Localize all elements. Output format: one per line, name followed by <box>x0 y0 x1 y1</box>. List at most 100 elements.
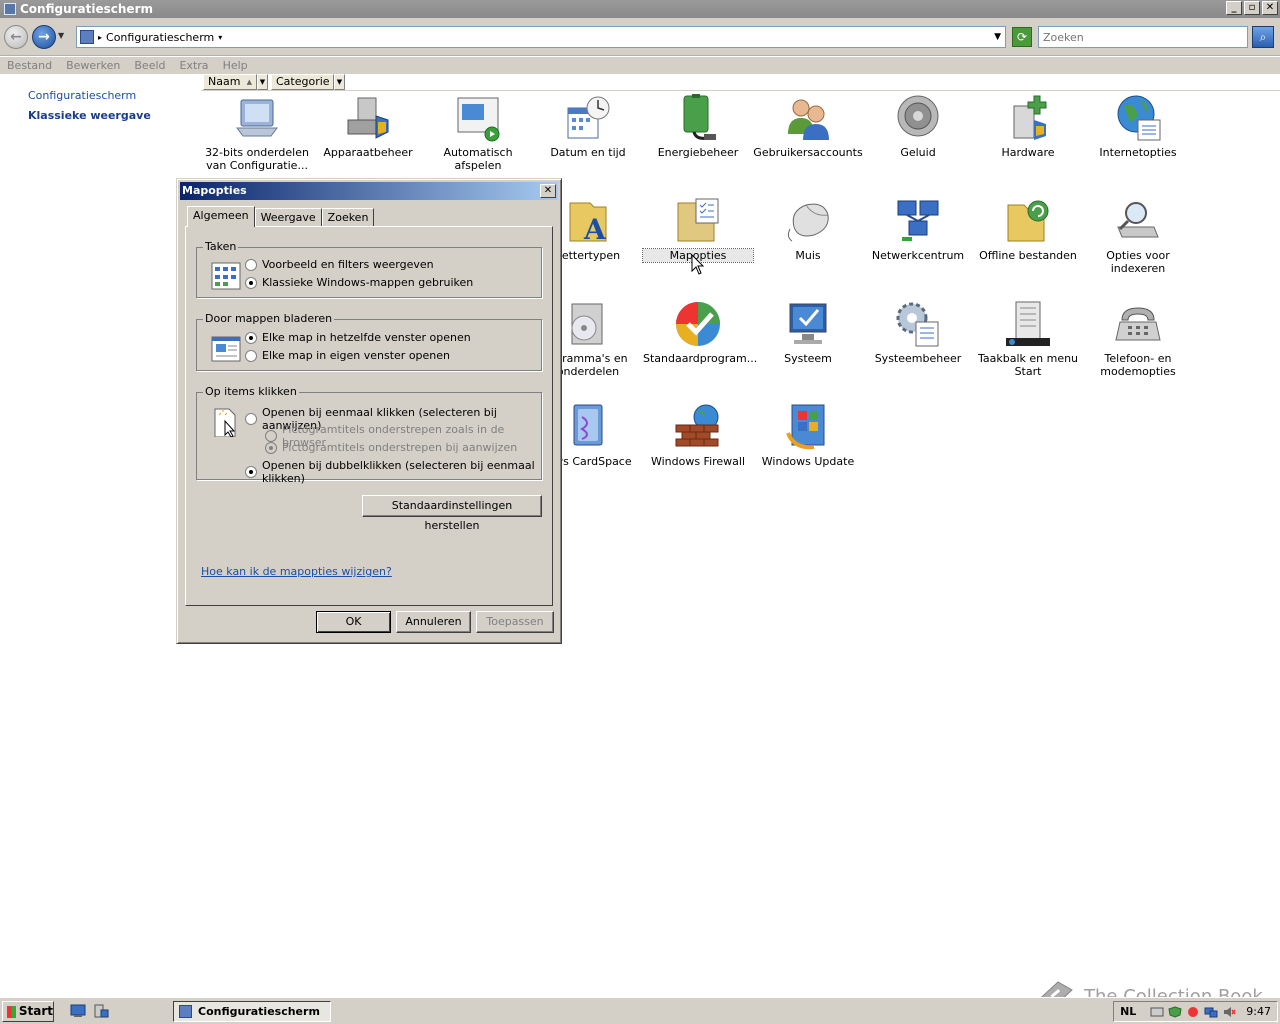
windows-logo-icon <box>7 1005 16 1018</box>
column-name-filter-icon[interactable]: ▼ <box>257 74 268 90</box>
item-hardware[interactable]: Hardware <box>973 94 1083 159</box>
item-power-options[interactable]: Energiebeheer <box>643 94 753 159</box>
taskbar: Start Configuratiescherm NL 9:47 <box>0 997 1280 1024</box>
breadcrumb-arrow-icon[interactable]: ▸ <box>98 33 102 42</box>
maximize-button[interactable]: ▫ <box>1244 1 1260 15</box>
breadcrumb[interactable]: Configuratiescherm <box>106 31 214 44</box>
link-classic-view[interactable]: Klassieke weergave <box>28 109 151 122</box>
search-button[interactable]: ⌕ <box>1252 26 1274 48</box>
link-control-panel-home[interactable]: Configuratiescherm <box>28 89 136 102</box>
option-own-window[interactable]: Elke map in eigen venster openen <box>245 349 450 362</box>
search-input[interactable] <box>1038 26 1248 48</box>
item-windows-update[interactable]: Windows Update <box>753 403 863 468</box>
menu-tools[interactable]: Extra <box>180 59 209 72</box>
menu-view[interactable]: Beeld <box>134 59 165 72</box>
item-taskbar-start-menu[interactable]: Taakbalk en menu Start <box>973 300 1083 378</box>
ok-button[interactable]: OK <box>316 611 391 633</box>
column-name[interactable]: Naam ▲ <box>203 74 257 90</box>
forward-button[interactable]: → <box>32 25 56 49</box>
minimize-button[interactable]: _ <box>1226 1 1242 15</box>
item-folder-options[interactable]: Mapopties <box>642 197 754 263</box>
show-desktop-icon[interactable] <box>70 1004 86 1018</box>
option-classic-folders[interactable]: Klassieke Windows-mappen gebruiken <box>245 276 473 289</box>
item-offline-files[interactable]: Offline bestanden <box>973 197 1083 262</box>
column-header: Naam ▲ ▼ Categorie ▼ <box>201 74 1280 91</box>
group-tasks-label: Taken <box>203 240 239 253</box>
radio-underline-hover <box>265 441 277 454</box>
item-internet-options[interactable]: Internetopties <box>1083 94 1193 159</box>
dialog-close-button[interactable]: ✕ <box>540 184 556 198</box>
option-underline-hover-label: Pictogramtitels onderstrepen bij aanwijz… <box>282 441 518 454</box>
tab-view[interactable]: Weergave <box>254 208 322 227</box>
keyboard-icon[interactable] <box>1150 1006 1164 1018</box>
start-button[interactable]: Start <box>2 1001 54 1022</box>
sort-ascending-icon: ▲ <box>246 78 252 86</box>
svg-text:A: A <box>583 213 607 245</box>
option-same-window[interactable]: Elke map in hetzelfde venster openen <box>245 331 471 344</box>
help-link[interactable]: Hoe kan ik de mapopties wijzigen? <box>201 565 392 578</box>
group-browse-label: Door mappen bladeren <box>203 312 335 325</box>
default-programs-icon <box>674 300 722 348</box>
start-label: Start <box>18 1004 53 1018</box>
item-device-manager[interactable]: Apparaatbeheer <box>313 94 423 159</box>
address-field[interactable]: ▸ Configuratiescherm ▾ ▼ <box>76 26 1006 48</box>
users-icon <box>784 94 832 142</box>
folder-options-dialog: Mapopties ✕ Algemeen Weergave Zoeken Tak… <box>176 178 562 644</box>
cancel-button[interactable]: Annuleren <box>396 611 471 633</box>
item-system[interactable]: Systeem <box>753 300 863 365</box>
column-category[interactable]: Categorie <box>271 74 334 90</box>
tab-search[interactable]: Zoeken <box>321 208 375 227</box>
network-tray-icon[interactable] <box>1204 1006 1218 1018</box>
item-administrative-tools[interactable]: Systeembeheer <box>863 300 973 365</box>
item-autoplay[interactable]: Automatisch afspelen <box>423 94 533 172</box>
restore-defaults-button[interactable]: Standaardinstellingen herstellen <box>362 495 542 532</box>
menu-file[interactable]: Bestand <box>7 59 52 72</box>
arrow-left-icon: ← <box>10 29 22 45</box>
radio-same-window[interactable] <box>245 331 257 344</box>
address-dropdown-icon[interactable]: ▼ <box>994 32 1001 42</box>
click-document-icon <box>214 408 236 437</box>
offline-files-icon <box>1004 197 1052 245</box>
item-default-programs[interactable]: Standaardprogram... <box>643 300 757 365</box>
history-dropdown-icon[interactable]: ▼ <box>58 31 64 40</box>
radio-own-window[interactable] <box>245 349 257 362</box>
radio-double-click[interactable] <box>245 466 257 478</box>
item-windows-firewall[interactable]: Windows Firewall <box>643 403 753 468</box>
option-classic-folders-label: Klassieke Windows-mappen gebruiken <box>262 276 474 289</box>
column-category-filter-icon[interactable]: ▼ <box>334 74 345 90</box>
server-manager-icon[interactable] <box>93 1004 109 1018</box>
back-button[interactable]: ← <box>4 25 28 49</box>
item-date-time[interactable]: Datum en tijd <box>533 94 643 159</box>
item-sound[interactable]: Geluid <box>863 94 973 159</box>
menu-edit[interactable]: Bewerken <box>66 59 120 72</box>
security-shield-icon[interactable] <box>1168 1005 1182 1018</box>
system-tray: NL 9:47 <box>1113 1001 1278 1022</box>
close-button[interactable]: ✕ <box>1262 1 1278 15</box>
item-network-center[interactable]: Netwerkcentrum <box>863 197 973 262</box>
tab-general[interactable]: Algemeen <box>187 206 255 227</box>
breadcrumb-dropdown-icon[interactable]: ▾ <box>218 33 222 42</box>
radio-show-preview[interactable] <box>245 258 257 271</box>
radio-classic-folders[interactable] <box>245 276 257 289</box>
column-name-label: Naam <box>208 75 241 88</box>
language-indicator[interactable]: NL <box>1120 1005 1136 1018</box>
item-mouse[interactable]: Muis <box>753 197 863 262</box>
item-indexing-options[interactable]: Opties voor indexeren <box>1083 197 1193 275</box>
menu-bar: Bestand Bewerken Beeld Extra Help <box>0 57 1280 74</box>
item-32bit-control-panel[interactable]: 32-bits onderdelen van Configuratie... <box>202 94 312 172</box>
speaker-icon <box>894 94 942 142</box>
item-user-accounts[interactable]: Gebruikersaccounts <box>753 94 863 159</box>
menu-help[interactable]: Help <box>223 59 248 72</box>
radio-single-click[interactable] <box>245 413 257 425</box>
refresh-button[interactable]: ⟳ <box>1012 27 1032 47</box>
option-double-click[interactable]: Openen bij dubbelklikken (selecteren bij… <box>245 459 541 485</box>
dialog-title: Mapopties <box>182 184 247 197</box>
column-category-label: Categorie <box>276 75 330 88</box>
item-phone-modem[interactable]: Telefoon- en modemopties <box>1083 300 1193 378</box>
volume-muted-icon[interactable] <box>1222 1006 1236 1018</box>
window-title: Configuratiescherm <box>20 2 153 16</box>
taskbar-item-control-panel[interactable]: Configuratiescherm <box>173 1001 331 1022</box>
warning-icon[interactable] <box>1186 1006 1200 1018</box>
clock[interactable]: 9:47 <box>1246 1005 1271 1018</box>
option-show-preview[interactable]: Voorbeeld en filters weergeven <box>245 258 434 271</box>
